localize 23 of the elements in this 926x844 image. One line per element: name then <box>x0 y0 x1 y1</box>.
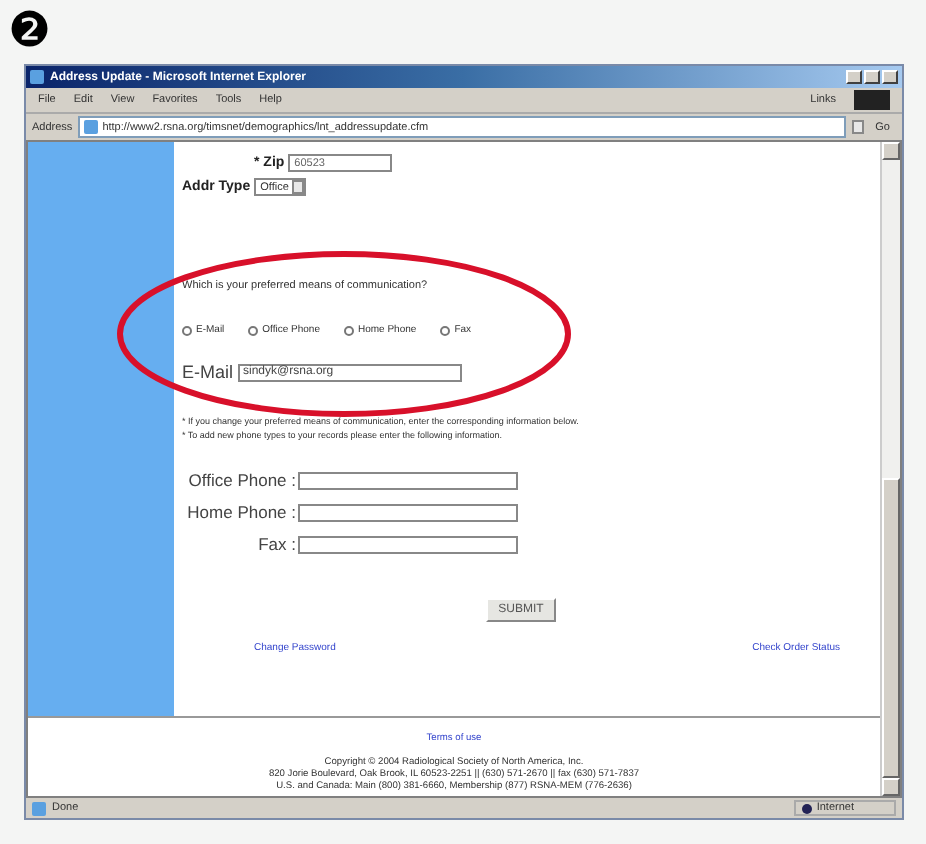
phone-label: Office Phone : <box>186 470 298 490</box>
radio-button[interactable] <box>344 325 354 335</box>
browser-icon <box>30 70 44 84</box>
minimize-button[interactable] <box>846 70 862 84</box>
phone-field[interactable] <box>298 503 518 521</box>
radio-button[interactable] <box>248 325 259 335</box>
scroll-up-icon[interactable] <box>882 142 900 160</box>
dropdown-icon[interactable] <box>851 120 864 134</box>
radio-button[interactable] <box>182 325 192 335</box>
scroll-down-icon[interactable] <box>882 778 900 796</box>
scroll-thumb[interactable] <box>882 478 900 778</box>
page-icon <box>32 801 46 815</box>
close-button[interactable] <box>882 70 898 84</box>
step-number: ❷ <box>8 4 52 60</box>
email-label: E-Mail <box>182 362 234 382</box>
globe-icon <box>802 803 813 813</box>
phone-label: Fax : <box>256 534 298 554</box>
phone-label: Home Phone : <box>185 502 298 522</box>
radio-button[interactable] <box>440 325 451 335</box>
phone-field[interactable] <box>298 471 518 489</box>
scrollbar[interactable] <box>880 142 900 796</box>
maximize-button[interactable] <box>864 70 880 84</box>
phone-field[interactable] <box>298 535 518 553</box>
